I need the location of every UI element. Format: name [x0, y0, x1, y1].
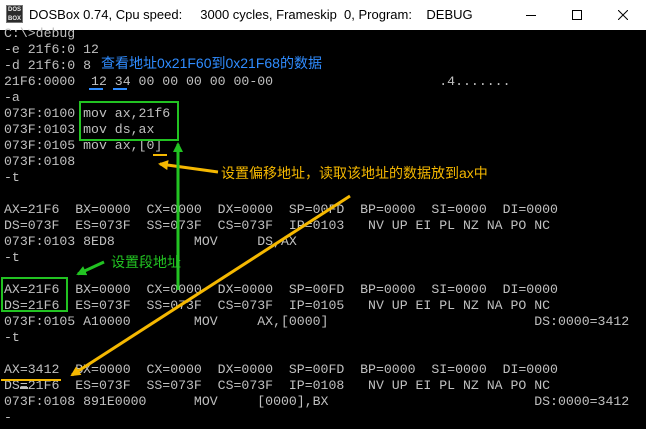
text-cursor: [20, 387, 28, 389]
dosbox-window: DOS BOX DOSBox 0.74, Cpu speed: 3000 cyc…: [0, 0, 646, 429]
arrow-segment-box: [76, 260, 105, 276]
arrow-ax-result: [70, 194, 351, 377]
arrow-offset: [158, 160, 219, 174]
annotation-arrows: [70, 142, 351, 377]
